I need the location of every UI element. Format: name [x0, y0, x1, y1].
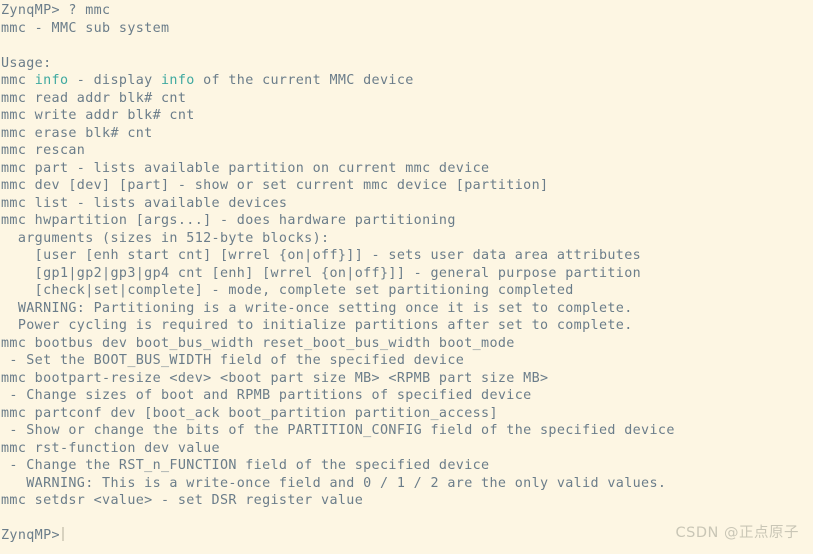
terminal-line: mmc list - lists available devices [1, 195, 288, 211]
terminal-line: mmc hwpartition [args...] - does hardwar… [1, 213, 456, 228]
terminal-line: mmc rescan [1, 143, 86, 158]
csdn-watermark: CSDN @正点原子 [675, 524, 799, 541]
terminal-line: - Change sizes of boot and RPMB partitio… [1, 388, 532, 403]
terminal-line: mmc info - display info of the current M… [1, 73, 414, 88]
terminal-line: mmc part - lists available partition on … [1, 160, 490, 176]
terminal-line: mmc bootpart-resize <dev> <boot part siz… [1, 370, 549, 386]
terminal-line: mmc erase blk# cnt [1, 125, 153, 141]
terminal-line: [check|set|complete] - mode, complete se… [1, 283, 574, 298]
terminal-line: mmc read addr blk# cnt [1, 90, 187, 106]
terminal-line: mmc write addr blk# cnt [1, 108, 195, 123]
terminal-line: - Change the RST_n_FUNCTION field of the… [1, 458, 490, 473]
text-cursor [61, 527, 73, 541]
terminal-line: mmc dev [dev] [part] - show or set curre… [1, 178, 549, 193]
terminal-line: WARNING: Partitioning is a write-once se… [1, 300, 633, 316]
terminal-line: arguments (sizes in 512-byte blocks): [1, 230, 330, 246]
terminal-line: [user [enh start cnt] [wrrel {on|off}]] … [1, 248, 642, 263]
terminal-window[interactable]: ZynqMP> ? mmc mmc - MMC sub system Usage: m… [0, 0, 813, 554]
terminal-line: Usage: [1, 55, 52, 71]
terminal-line: - Show or change the bits of the PARTITI… [1, 423, 675, 438]
terminal-line: Power cycling is required to initialize … [1, 318, 633, 333]
terminal-line: mmc partconf dev [boot_ack boot_partitio… [1, 405, 498, 421]
keyword-token: info [161, 73, 195, 88]
terminal-line: [gp1|gp2|gp3|gp4 cnt [enh] [wrrel {on|of… [1, 265, 642, 281]
terminal-line: mmc rst-function dev value [1, 440, 220, 456]
terminal-line: mmc bootbus dev boot_bus_width reset_boo… [1, 335, 515, 351]
terminal-output: ZynqMP> ? mmc mmc - MMC sub system Usage: m… [0, 2, 813, 545]
terminal-line: mmc - MMC sub system [1, 20, 170, 36]
terminal-line: - Set the BOOT_BUS_WIDTH field of the sp… [1, 353, 465, 368]
terminal-line: WARNING: This is a write-once field and … [1, 475, 667, 491]
terminal-line: ZynqMP> ? mmc [1, 3, 111, 18]
terminal-line: mmc setdsr <value> - set DSR register va… [1, 493, 364, 508]
keyword-token: info [34, 73, 69, 88]
